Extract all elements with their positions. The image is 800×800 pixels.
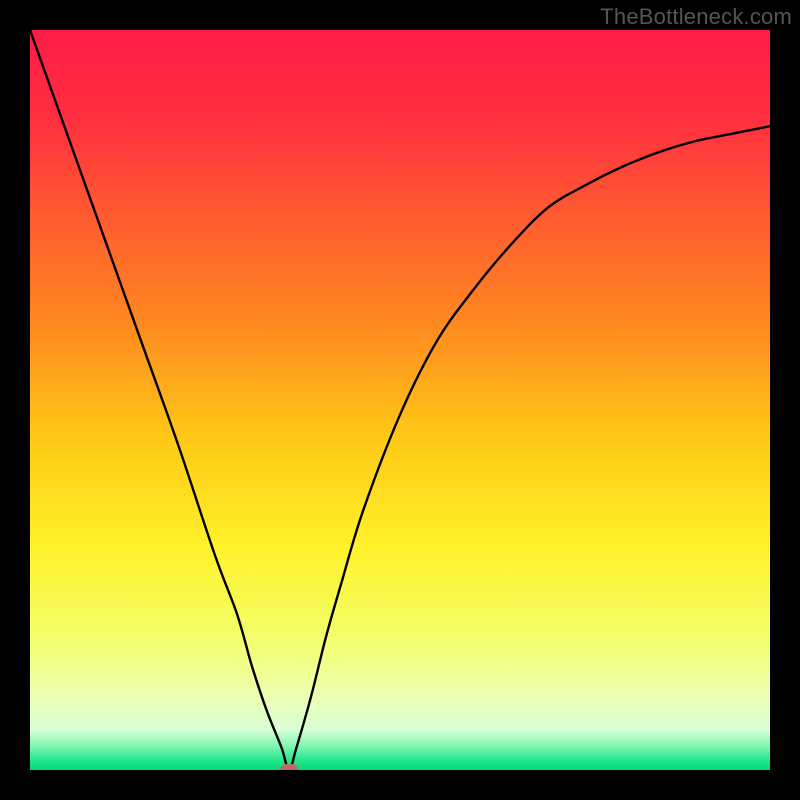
- optimal-point-marker: [280, 764, 298, 770]
- chart-frame: TheBottleneck.com: [0, 0, 800, 800]
- chart-svg: [30, 30, 770, 770]
- plot-area: [30, 30, 770, 770]
- chart-background: [30, 30, 770, 770]
- watermark-text: TheBottleneck.com: [600, 4, 792, 30]
